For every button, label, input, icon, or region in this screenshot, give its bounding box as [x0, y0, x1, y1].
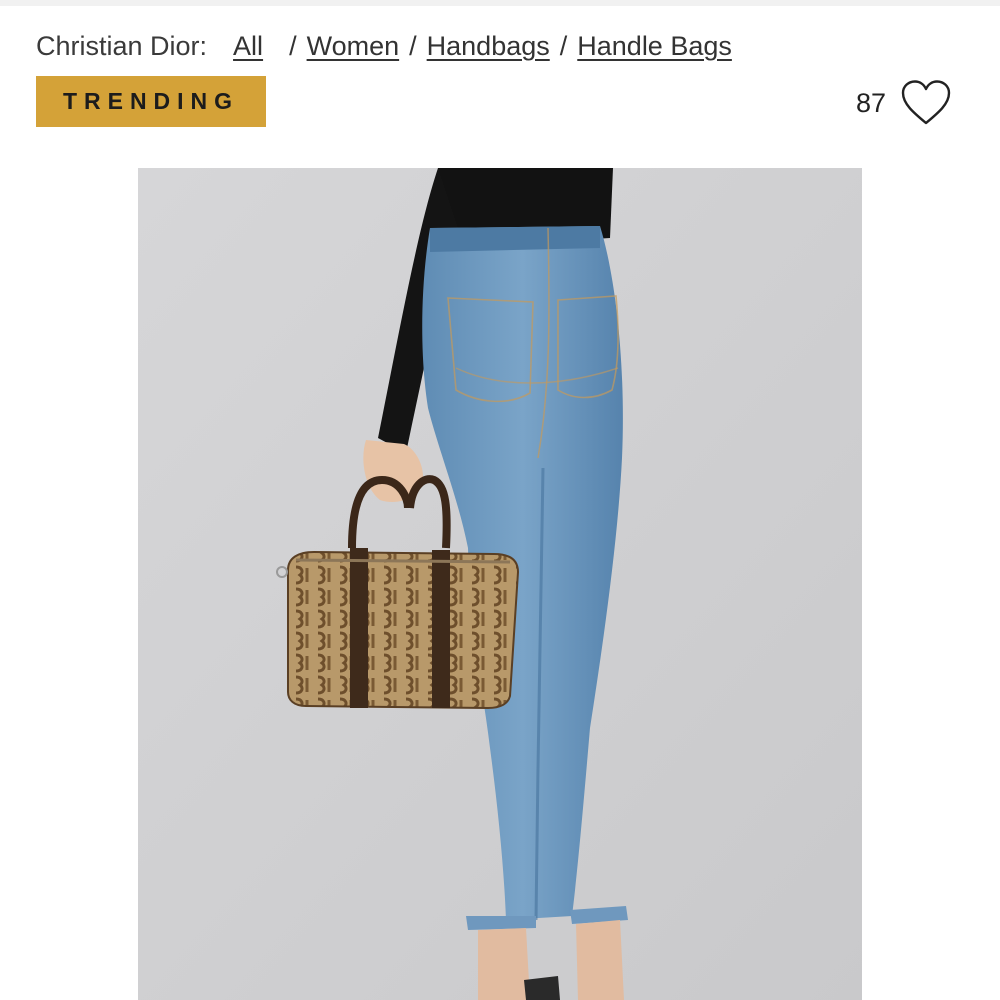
- breadcrumb-separator: /: [559, 30, 568, 61]
- breadcrumb-link-women[interactable]: Women: [307, 31, 400, 62]
- favorite-button[interactable]: 87: [856, 76, 952, 130]
- top-divider: [0, 0, 1000, 6]
- favorite-count: 87: [855, 87, 886, 118]
- product-image[interactable]: [138, 168, 862, 1000]
- breadcrumb-brand: Christian Dior:: [36, 30, 208, 61]
- heart-outline-icon[interactable]: [900, 79, 952, 127]
- breadcrumb-link-handbags[interactable]: Handbags: [427, 31, 550, 62]
- breadcrumb-link-all[interactable]: All: [233, 31, 263, 62]
- breadcrumb-separator: /: [409, 30, 417, 61]
- breadcrumb-separator: /: [289, 30, 297, 61]
- trending-badge: TRENDING: [36, 76, 266, 127]
- breadcrumb: Christian Dior: All / Women / Handbags /…: [36, 28, 732, 64]
- breadcrumb-link-handle-bags[interactable]: Handle Bags: [577, 31, 732, 62]
